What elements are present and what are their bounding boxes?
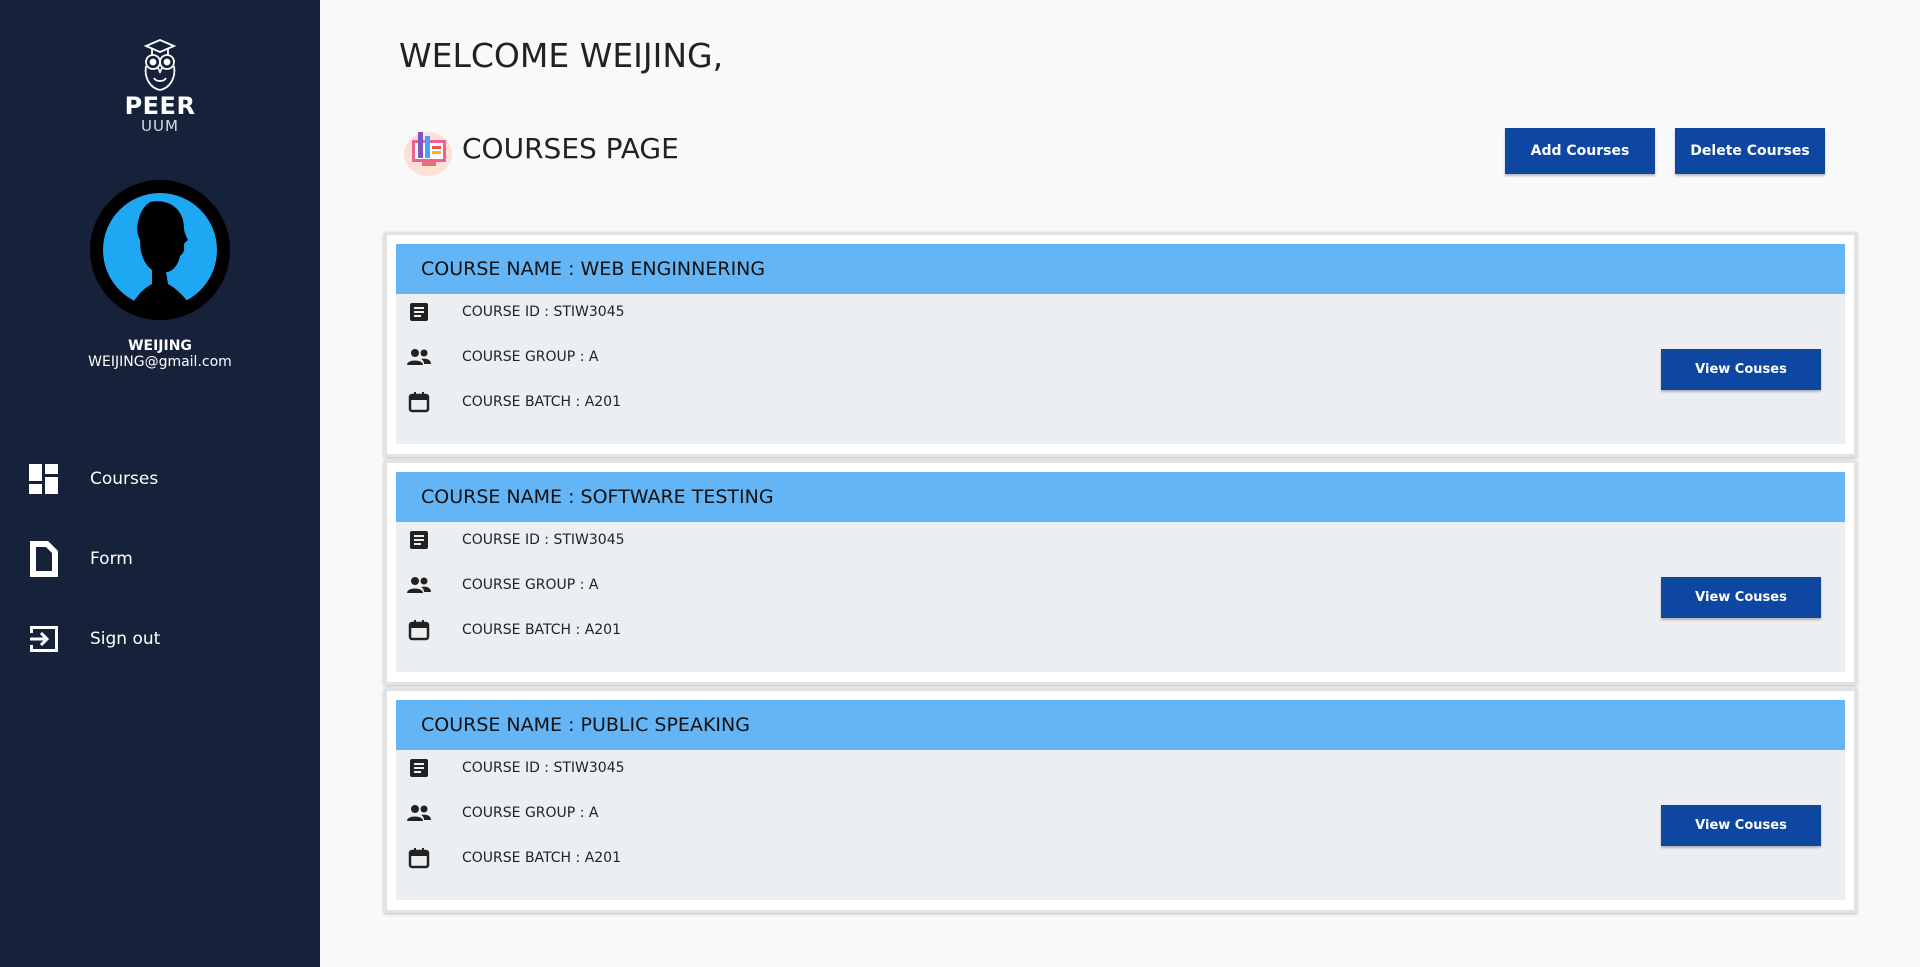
course-batch-row: COURSE BATCH : A201 (406, 615, 621, 645)
document-icon (406, 527, 432, 553)
welcome-heading: WELCOME WEIJING, (399, 36, 724, 75)
course-card-body: COURSE ID : STIW3045 COURSE GROUP : A CO… (396, 294, 1845, 444)
course-card-body: COURSE ID : STIW3045 COURSE GROUP : A CO… (396, 750, 1845, 900)
page-title: COURSES PAGE (462, 132, 679, 165)
calendar-icon (406, 389, 432, 415)
course-group-row: COURSE GROUP : A (406, 342, 598, 372)
course-id-row: COURSE ID : STIW3045 (406, 753, 625, 783)
avatar (90, 180, 230, 320)
course-id: COURSE ID : STIW3045 (462, 760, 625, 776)
course-group: COURSE GROUP : A (462, 577, 599, 593)
course-id-row: COURSE ID : STIW3045 (406, 525, 625, 555)
view-course-button[interactable]: View Couses (1661, 577, 1821, 618)
nav-label-courses: Courses (90, 469, 159, 489)
course-group: COURSE GROUP : A (462, 805, 599, 821)
sidebar: PEER UUM WEIJING WEIJING@gmail.com Cours… (0, 0, 320, 967)
course-batch: COURSE BATCH : A201 (462, 622, 621, 638)
course-card-header: COURSE NAME : SOFTWARE TESTING (396, 472, 1845, 522)
nav-label-sign-out: Sign out (90, 629, 161, 649)
nav-item-form[interactable]: Form (0, 531, 320, 587)
course-card-body: COURSE ID : STIW3045 COURSE GROUP : A CO… (396, 522, 1845, 672)
course-card-header: COURSE NAME : PUBLIC SPEAKING (396, 700, 1845, 750)
course-batch: COURSE BATCH : A201 (462, 394, 621, 410)
user-email: WEIJING@gmail.com (88, 354, 232, 370)
course-card: COURSE NAME : PUBLIC SPEAKING COURSE ID … (384, 688, 1857, 913)
user-silhouette-icon (90, 180, 230, 320)
owl-logo-icon (143, 39, 177, 91)
form-icon (28, 539, 60, 579)
course-id-row: COURSE ID : STIW3045 (406, 297, 625, 327)
group-icon (406, 572, 432, 598)
view-course-button[interactable]: View Couses (1661, 805, 1821, 846)
view-course-button[interactable]: View Couses (1661, 349, 1821, 390)
course-id: COURSE ID : STIW3045 (462, 304, 625, 320)
course-card: COURSE NAME : WEB ENGINNERING COURSE ID … (384, 232, 1857, 457)
group-icon (406, 800, 432, 826)
course-card-header: COURSE NAME : WEB ENGINNERING (396, 244, 1845, 294)
dashboard-icon (28, 459, 60, 499)
app-logo: PEER UUM (110, 38, 210, 134)
nav-label-form: Form (90, 549, 133, 569)
add-courses-button[interactable]: Add Courses (1505, 128, 1655, 174)
nav-item-courses[interactable]: Courses (0, 451, 320, 507)
course-id: COURSE ID : STIW3045 (462, 532, 625, 548)
course-batch-row: COURSE BATCH : A201 (406, 843, 621, 873)
course-name: COURSE NAME : SOFTWARE TESTING (421, 486, 774, 508)
course-group-row: COURSE GROUP : A (406, 570, 598, 600)
course-name: COURSE NAME : WEB ENGINNERING (421, 258, 766, 280)
calendar-icon (406, 617, 432, 643)
nav-item-sign-out[interactable]: Sign out (0, 611, 320, 667)
delete-courses-button[interactable]: Delete Courses (1675, 128, 1825, 174)
logo-subtitle: UUM (141, 117, 179, 135)
user-name: WEIJING (128, 338, 192, 354)
courses-illustration-icon (404, 122, 456, 178)
course-group: COURSE GROUP : A (462, 349, 599, 365)
course-batch-row: COURSE BATCH : A201 (406, 387, 621, 417)
document-icon (406, 755, 432, 781)
document-icon (406, 299, 432, 325)
calendar-icon (406, 845, 432, 871)
course-group-row: COURSE GROUP : A (406, 798, 598, 828)
sign-out-icon (28, 619, 60, 659)
logo-title: PEER (124, 92, 196, 120)
course-name: COURSE NAME : PUBLIC SPEAKING (421, 714, 750, 736)
course-card: COURSE NAME : SOFTWARE TESTING COURSE ID… (384, 460, 1857, 685)
group-icon (406, 344, 432, 370)
course-batch: COURSE BATCH : A201 (462, 850, 621, 866)
